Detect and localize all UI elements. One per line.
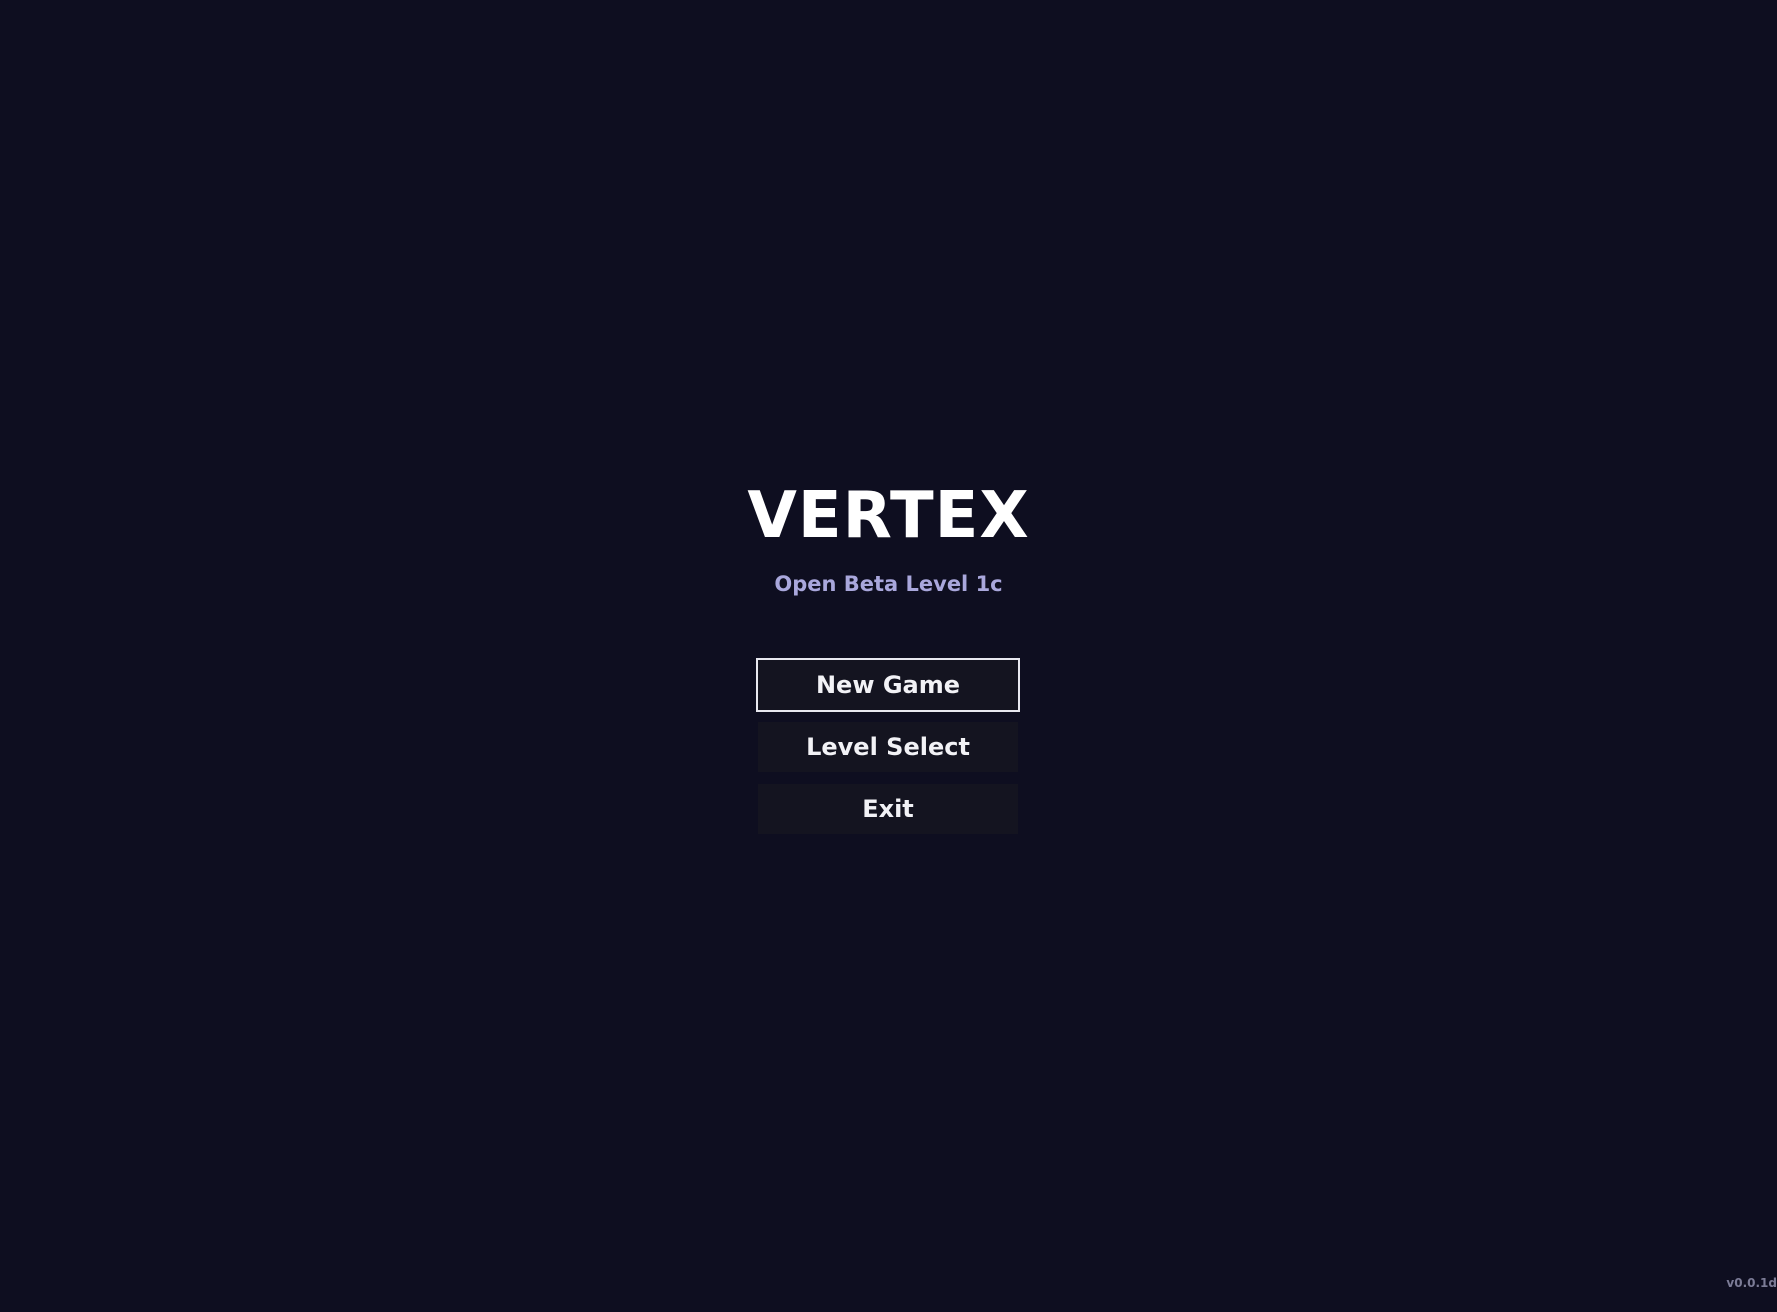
main-menu-screen: VERTEX Open Beta Level 1c New Game Level…	[0, 0, 1777, 1312]
version-label: v0.0.1d	[1726, 1276, 1777, 1290]
game-title: VERTEX	[747, 479, 1030, 553]
exit-button[interactable]: Exit	[758, 784, 1018, 834]
level-select-button[interactable]: Level Select	[758, 722, 1018, 772]
new-game-button[interactable]: New Game	[756, 658, 1020, 712]
game-subtitle: Open Beta Level 1c	[774, 572, 1003, 596]
